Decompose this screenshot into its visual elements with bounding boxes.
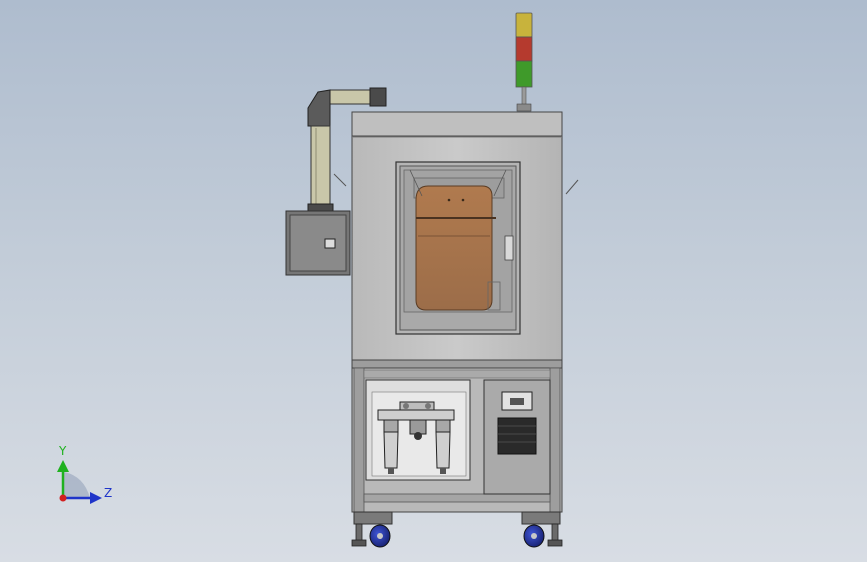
filter-bowl-left [383, 419, 399, 474]
z-axis-label: Z [104, 486, 112, 500]
y-axis-label: Y [58, 444, 67, 458]
coordinate-triad[interactable]: Y Z [57, 444, 112, 504]
z-axis-arrow-icon [90, 492, 102, 504]
caster-left [351, 511, 393, 548]
side-enclosure-plug [324, 238, 336, 249]
triad-plane-marker [64, 472, 90, 498]
cad-viewport[interactable]: Y Z [0, 0, 867, 562]
tower-light-yellow [515, 12, 533, 38]
cabinet-top-cap [351, 111, 563, 139]
window-tinted-panel [415, 185, 493, 311]
cabinet-divider [351, 359, 563, 369]
duct-top-flange [369, 87, 387, 107]
viewing-window[interactable] [395, 161, 521, 335]
main-cabinet[interactable] [333, 111, 579, 369]
signal-tower[interactable] [515, 12, 533, 112]
window-handle[interactable] [504, 235, 514, 261]
lower-frame[interactable] [351, 367, 563, 513]
tower-light-green [515, 60, 533, 88]
duct-vertical [310, 125, 331, 209]
triad-origin [59, 494, 67, 502]
filter-bowl-right [435, 419, 451, 474]
electrical-panel[interactable] [483, 379, 551, 495]
panel-vent [497, 417, 537, 455]
y-axis-arrow-icon [57, 460, 69, 472]
duct-elbow [307, 89, 331, 127]
tower-pole [521, 86, 527, 106]
tower-light-red [515, 36, 533, 62]
air-filter-panel[interactable] [365, 379, 471, 481]
caster-right [521, 511, 563, 548]
machine-model[interactable] [285, 12, 579, 548]
side-enclosure[interactable] [285, 210, 351, 276]
tower-base [516, 103, 532, 112]
